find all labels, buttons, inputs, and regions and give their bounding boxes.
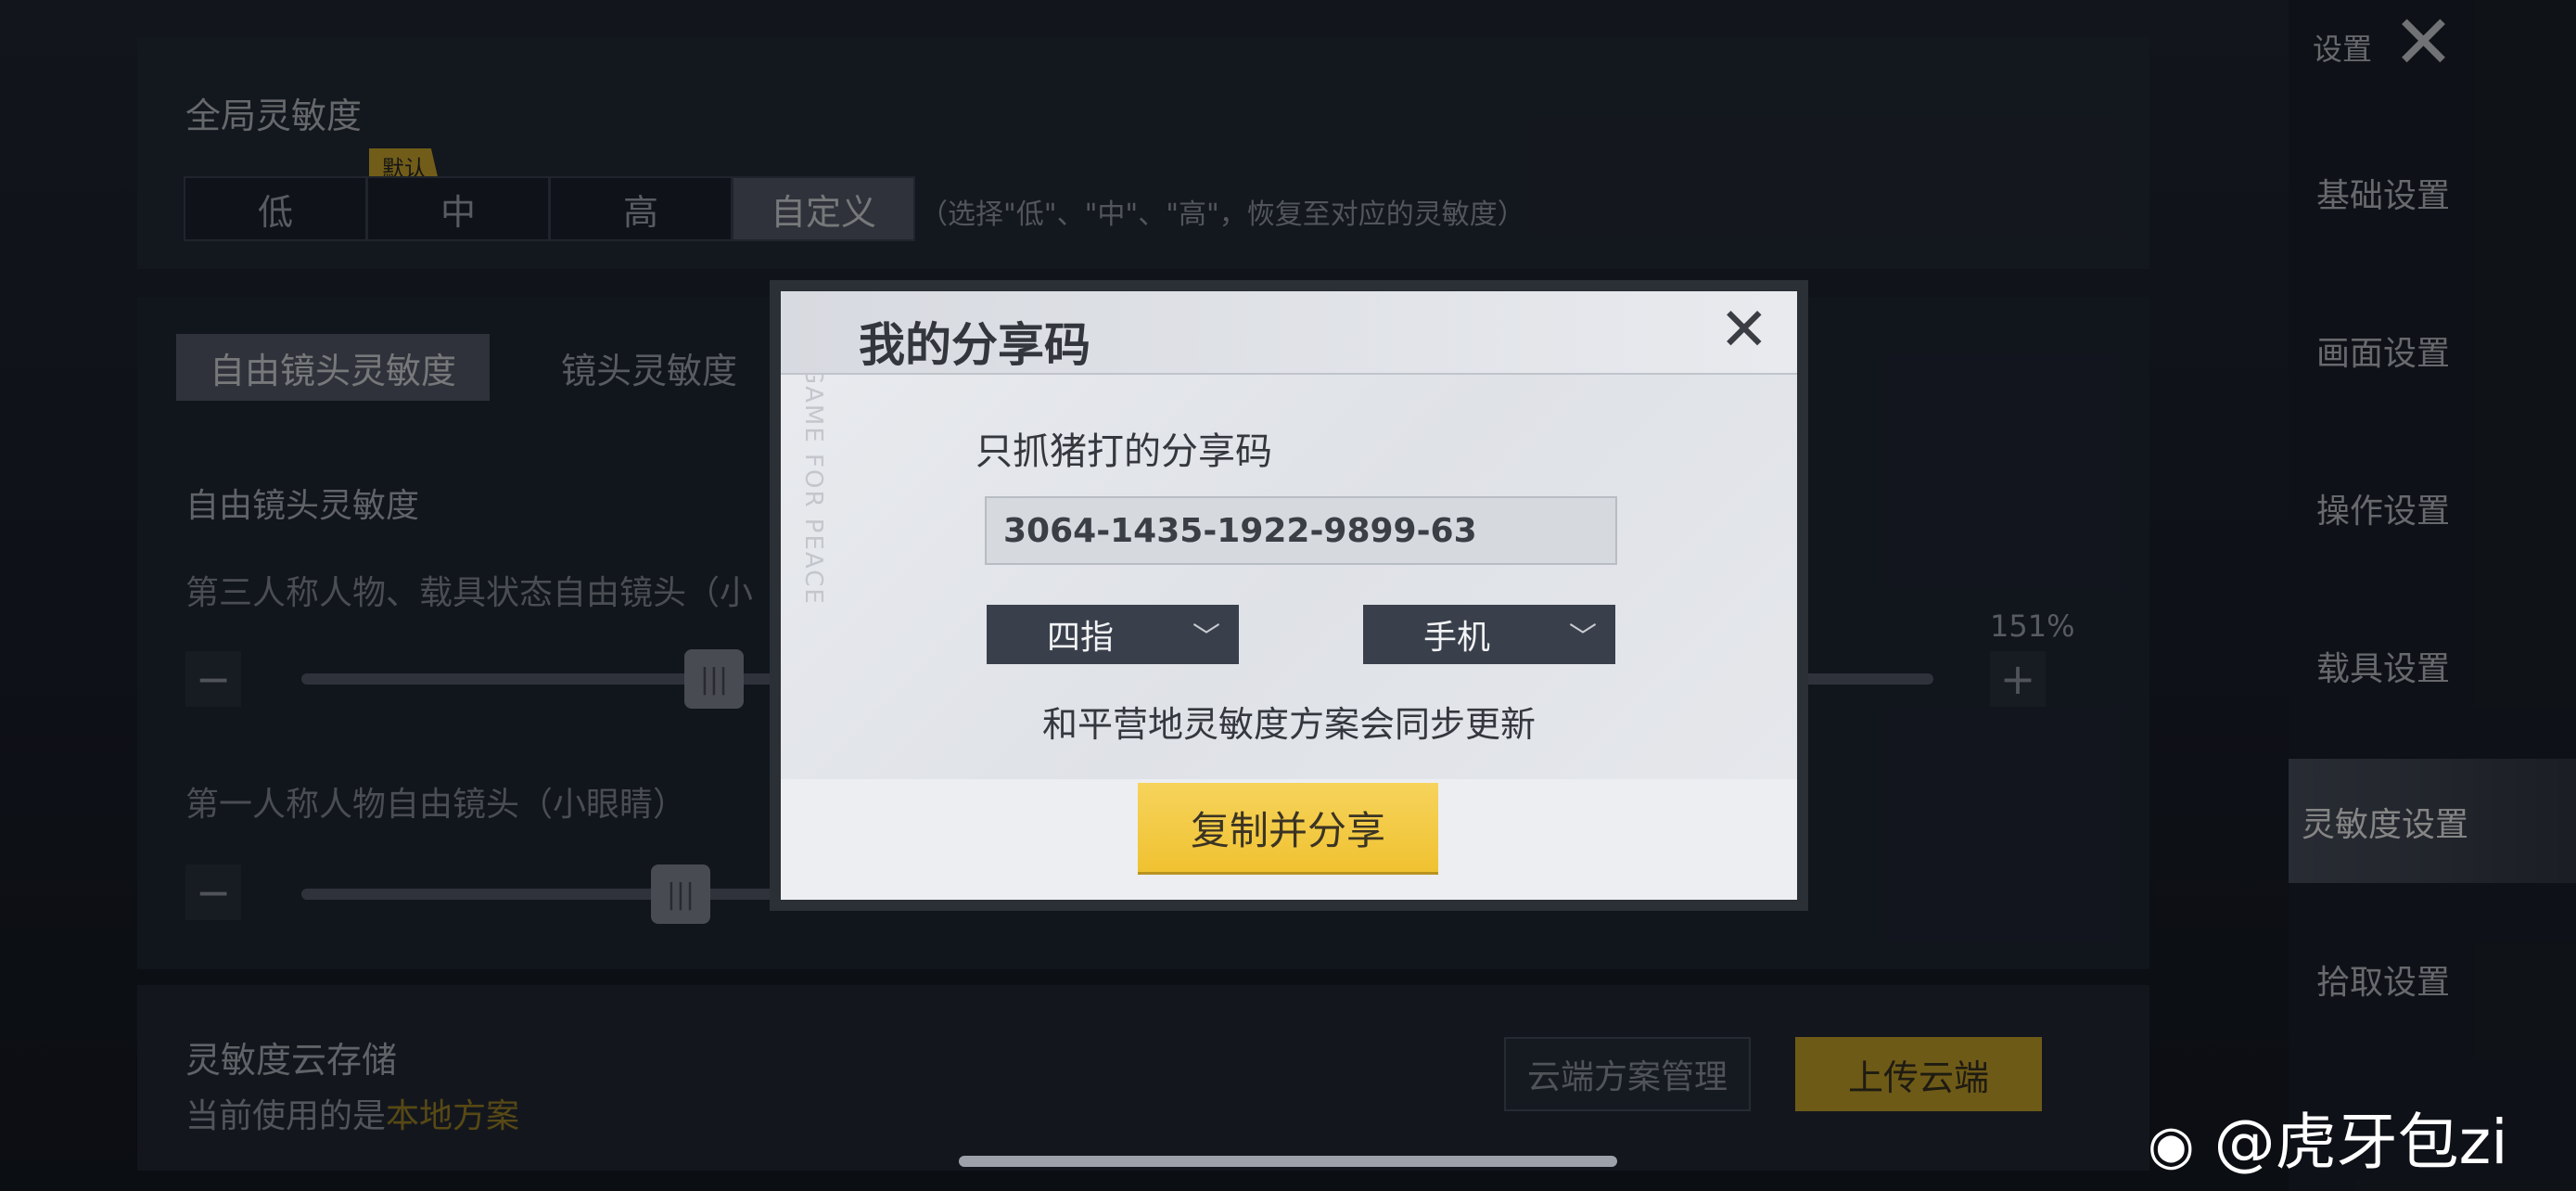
- game-for-peace-watermark: GAME FOR PEACE: [799, 365, 827, 606]
- home-indicator[interactable]: [959, 1156, 1617, 1167]
- chevron-down-icon: ﹀: [1192, 621, 1220, 654]
- copy-and-share-button[interactable]: 复制并分享: [1138, 783, 1438, 872]
- share-code-owner-label: 只抓猪打的分享码: [976, 430, 1272, 473]
- finger-mode-dropdown[interactable]: 四指 ﹀: [987, 605, 1239, 664]
- share-code-field[interactable]: 3064-1435-1922-9899-63: [985, 496, 1617, 565]
- share-code-modal-body: GAME FOR PEACE 我的分享码 ✕ 只抓猪打的分享码 3064-143…: [781, 291, 1797, 900]
- weibo-handle: @虎牙包zi: [2213, 1107, 2508, 1178]
- modal-close-icon[interactable]: ✕: [1719, 301, 1769, 360]
- modal-title: 我的分享码: [859, 318, 1090, 372]
- weibo-icon: ◉: [2148, 1113, 2195, 1176]
- chevron-down-icon: ﹀: [1569, 621, 1597, 654]
- device-value: 手机: [1422, 619, 1490, 657]
- share-code-modal: GAME FOR PEACE 我的分享码 ✕ 只抓猪打的分享码 3064-143…: [770, 280, 1808, 911]
- sync-note: 和平营地灵敏度方案会同步更新: [1041, 704, 1536, 745]
- weibo-watermark: ◉ @虎牙包zi: [2148, 1093, 2508, 1182]
- device-dropdown[interactable]: 手机 ﹀: [1363, 605, 1615, 664]
- finger-mode-value: 四指: [1046, 619, 1114, 657]
